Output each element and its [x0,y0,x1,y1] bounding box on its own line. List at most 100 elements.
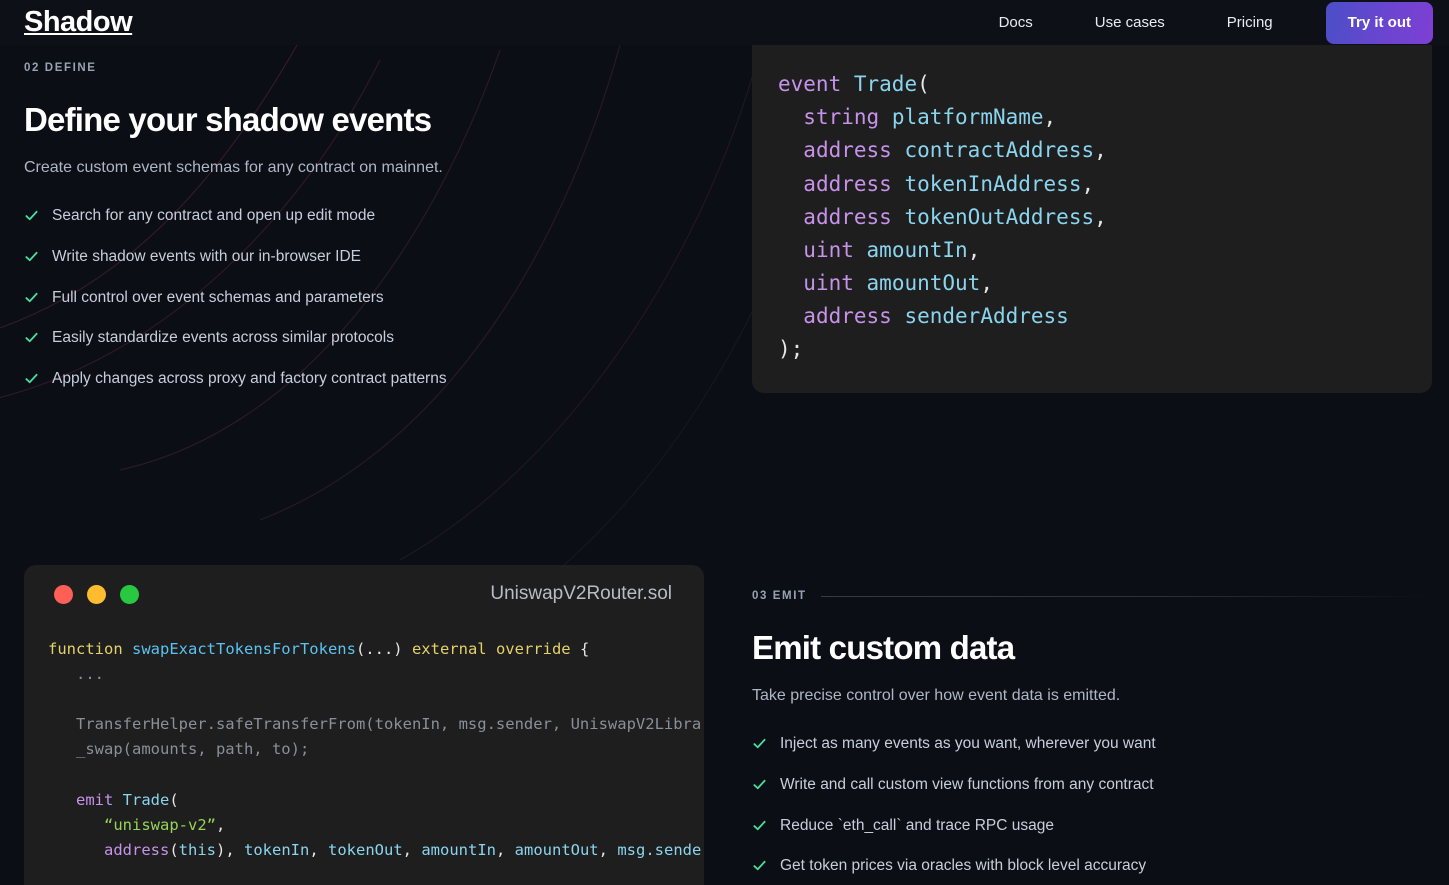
nav-link-docs[interactable]: Docs [968,14,1064,31]
code-line: uint amountOut, [778,271,993,295]
code-token: , [980,271,993,295]
code-token: msg.sender [617,841,704,859]
list-item-label: Search for any contract and open up edit… [52,207,375,226]
check-icon [752,818,767,833]
list-item-label: Full control over event schemas and para… [52,289,384,308]
code-token: external override [412,640,571,658]
eyebrow-divider [821,596,1432,597]
list-item-label: Get token prices via oracles with block … [780,857,1146,876]
code-token: platformName [892,105,1044,129]
code-line: ); [778,337,803,361]
code-line: emit Trade( [48,791,179,809]
code-token: address [803,205,892,229]
code-token [892,304,905,328]
check-icon [24,330,39,345]
code-token: (...) [356,640,412,658]
close-dot-icon[interactable] [54,585,73,604]
define-code-card: UniswapV2Router.sol event Trade( string … [752,6,1432,393]
emit-code-card: UniswapV2Router.sol function swapExactTo… [24,565,704,885]
check-icon [24,249,39,264]
code-token: ( [169,791,178,809]
code-token: amountIn [421,841,496,859]
code-token: , [968,238,981,262]
code-token: address [104,841,169,859]
define-text-column: 02 DEFINE Define your shadow events Crea… [24,62,724,388]
code-token: ); [778,337,803,361]
emit-subhead: Take precise control over how event data… [752,685,1432,707]
code-token [123,640,132,658]
define-eyebrow: 02 DEFINE [24,62,97,74]
define-eyebrow-row: 02 DEFINE [24,62,724,74]
list-item: Inject as many events as you want, where… [752,735,1432,754]
emit-code-content: function swapExactTokensForTokens(...) e… [24,623,704,885]
list-item: Apply changes across proxy and factory c… [24,370,724,389]
emit-code-filename: UniswapV2Router.sol [490,583,672,605]
code-token: , [403,841,422,859]
maximize-dot-icon[interactable] [120,585,139,604]
list-item: Get token prices via oracles with block … [752,857,1432,876]
code-token: “uniswap-v2” [104,816,216,834]
code-token: address [803,172,892,196]
code-token: TransferHelper.safeTransferFrom(tokenIn,… [48,715,704,733]
list-item: Easily standardize events across similar… [24,329,724,348]
check-icon [752,736,767,751]
emit-code-titlebar: UniswapV2Router.sol [24,565,704,623]
code-token [841,72,854,96]
list-item-label: Apply changes across proxy and factory c… [52,370,447,389]
list-item: Full control over event schemas and para… [24,289,724,308]
minimize-dot-icon[interactable] [87,585,106,604]
code-line: address contractAddress, [778,138,1107,162]
nav-link-pricing[interactable]: Pricing [1196,14,1304,31]
code-token [48,816,104,834]
code-line: function swapExactTokensForTokens(...) e… [48,640,589,658]
try-it-out-button[interactable]: Try it out [1326,2,1433,44]
code-line: string platformName, [778,105,1056,129]
code-token [892,205,905,229]
code-token [113,791,122,809]
top-navigation-bar: Shadow Docs Use cases Pricing Try it out [0,0,1449,45]
emit-text-column: 03 EMIT Emit custom data Take precise co… [752,590,1432,876]
code-token: amountOut [515,841,599,859]
code-token: this [179,841,216,859]
code-token: , [1081,172,1094,196]
code-token [854,238,867,262]
list-item: Reduce `eth_call` and trace RPC usage [752,817,1432,836]
code-token: , [1044,105,1057,129]
check-icon [24,290,39,305]
define-subhead: Create custom event schemas for any cont… [24,157,724,179]
emit-eyebrow-row: 03 EMIT [752,590,1432,602]
code-token: Trade [123,791,170,809]
code-token [892,138,905,162]
code-token [778,205,803,229]
code-token: function [48,640,123,658]
code-token: string [803,105,879,129]
code-line: address(this), tokenIn, tokenOut, amount… [48,841,704,859]
code-line: uint amountIn, [778,238,980,262]
window-traffic-lights [54,585,139,604]
code-token: tokenOutAddress [904,205,1094,229]
code-token: senderAddress [904,304,1068,328]
define-bullet-list: Search for any contract and open up edit… [24,207,724,388]
code-token: _swap(amounts, path, to); [48,740,309,758]
code-token: , [216,816,225,834]
emit-eyebrow: 03 EMIT [752,590,807,602]
code-token: , [309,841,328,859]
code-line: address senderAddress [778,304,1069,328]
code-token: , [1094,138,1107,162]
code-token: emit [76,791,113,809]
brand-logo[interactable]: Shadow [24,8,132,37]
list-item-label: Write shadow events with our in-browser … [52,248,361,267]
code-token: { [571,640,590,658]
code-token: ... [48,665,104,683]
code-token: address [803,138,892,162]
list-item: Write and call custom view functions fro… [752,776,1432,795]
nav-link-use-cases[interactable]: Use cases [1064,14,1196,31]
code-token [48,791,76,809]
check-icon [752,858,767,873]
code-token: amountOut [867,271,981,295]
code-line: event Trade( [778,72,930,96]
code-line: address tokenOutAddress, [778,205,1107,229]
emit-bullet-list: Inject as many events as you want, where… [752,735,1432,875]
list-item-label: Write and call custom view functions fro… [780,776,1154,795]
list-item-label: Easily standardize events across similar… [52,329,394,348]
